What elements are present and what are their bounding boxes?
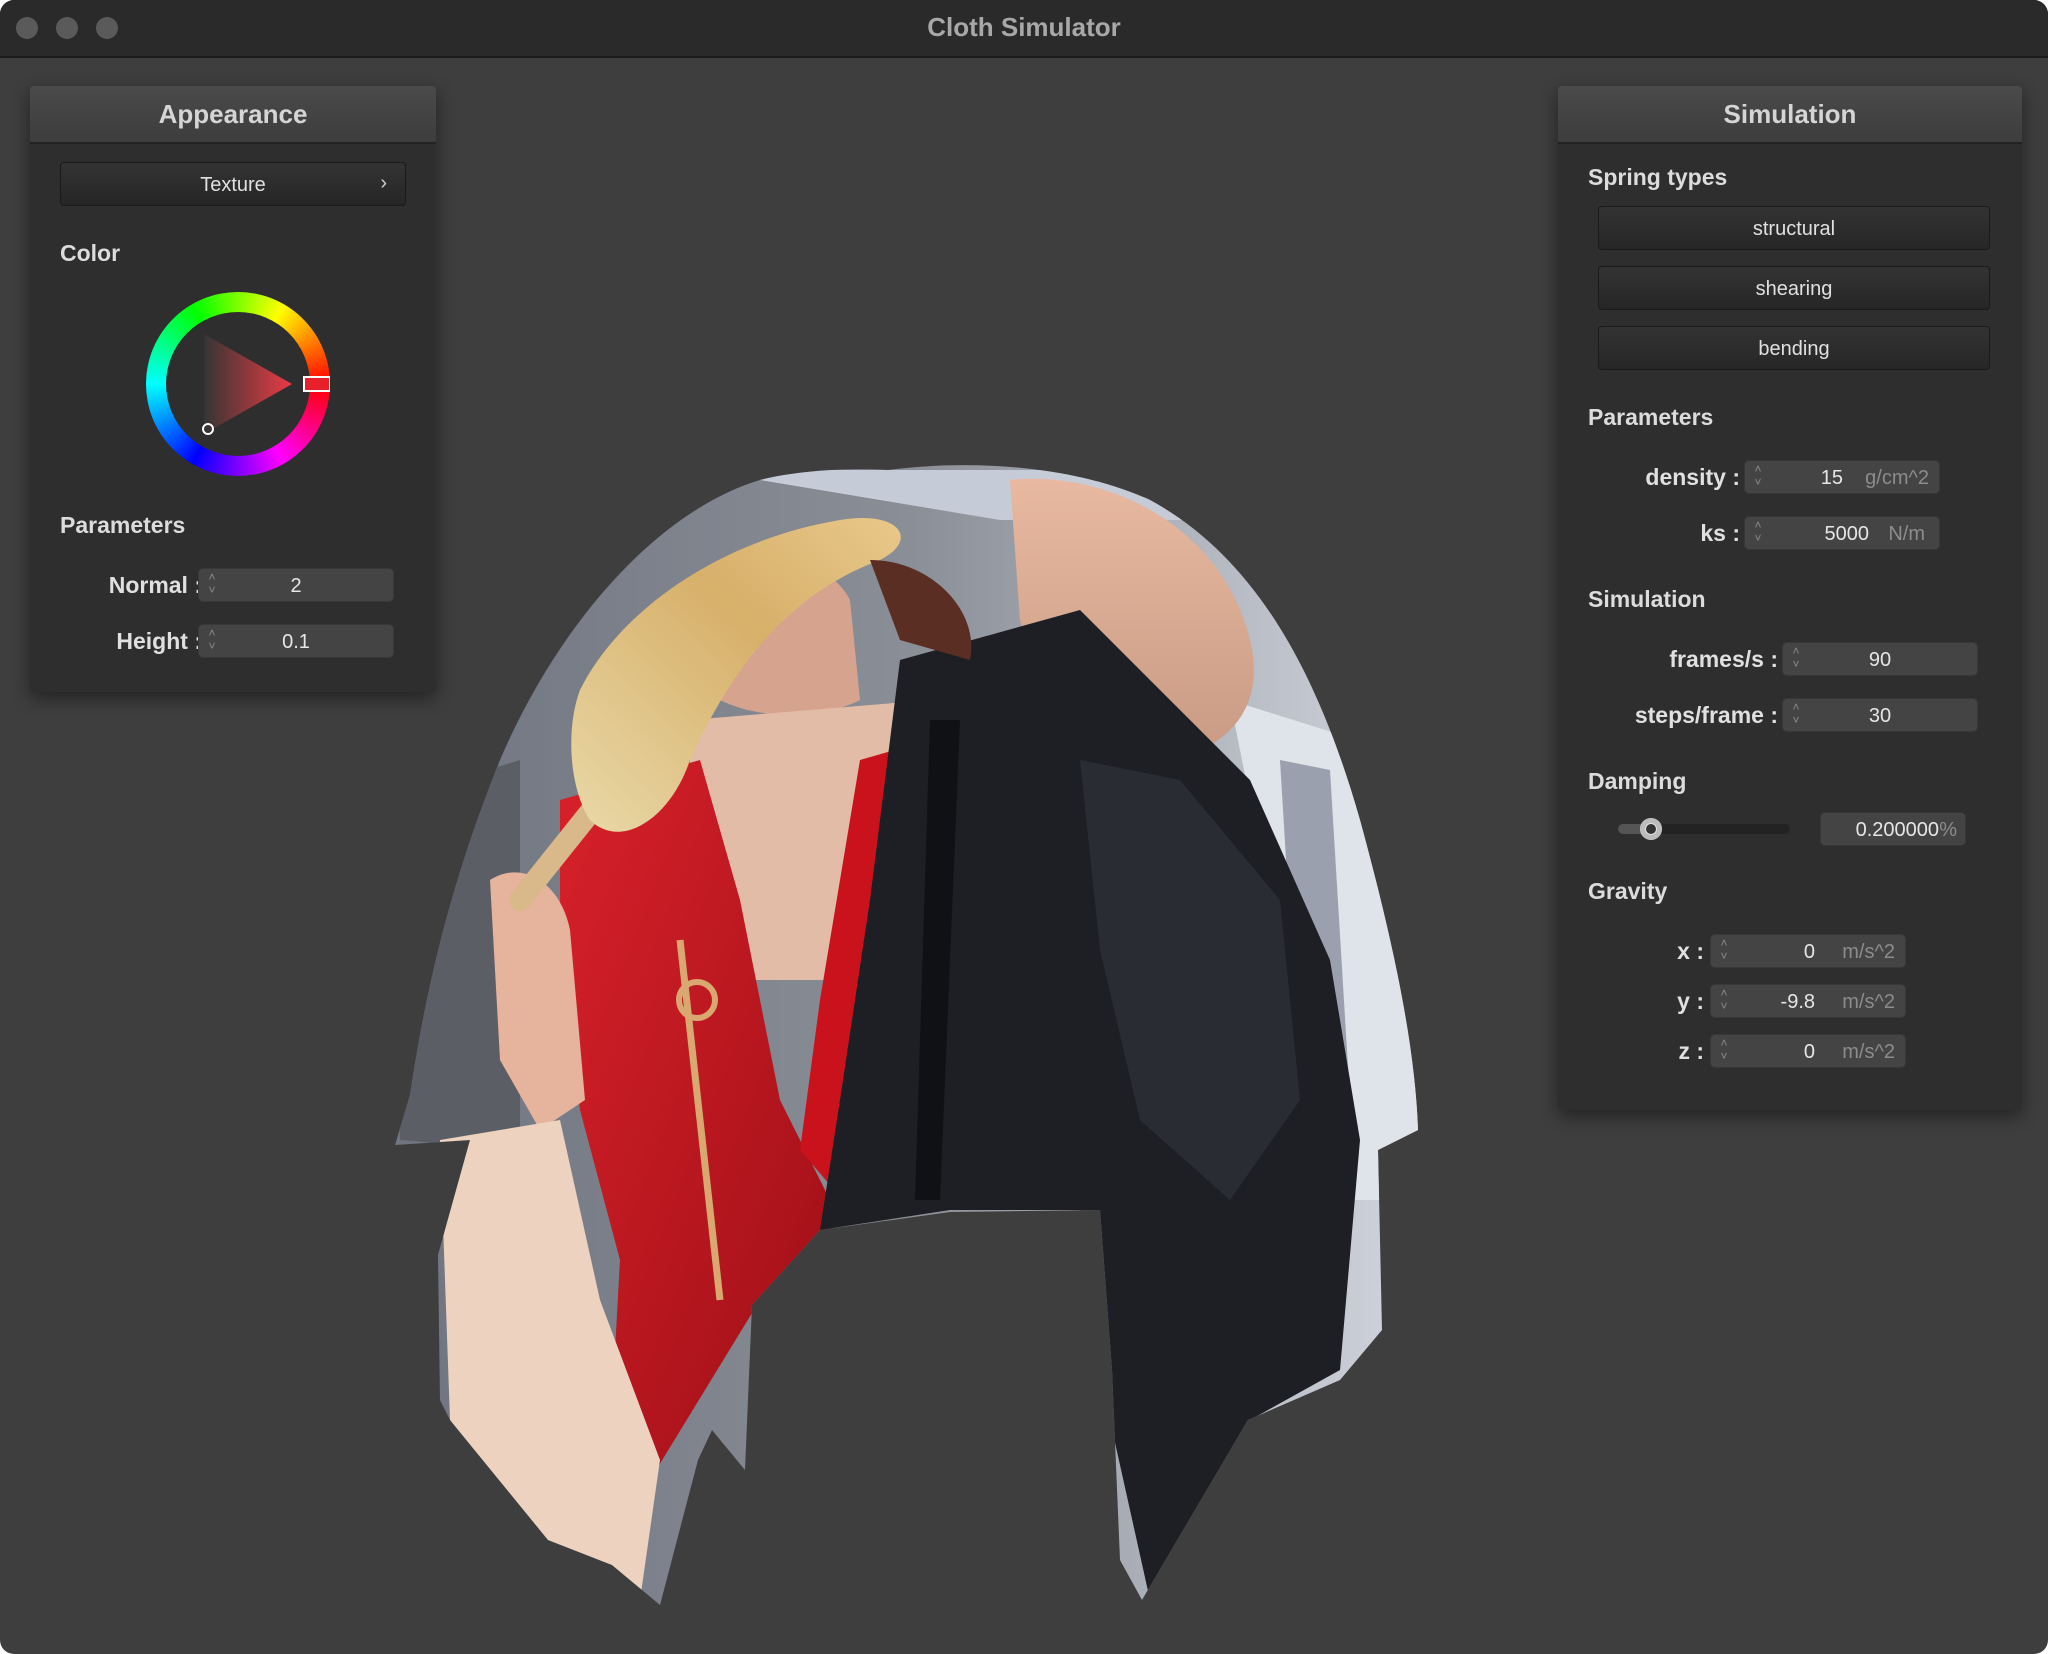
frames-per-second-input[interactable]: ˄ ˅ 90 <box>1782 642 1978 676</box>
shearing-button[interactable]: shearing <box>1598 266 1990 310</box>
gravity-z-label: z : <box>1678 1038 1704 1064</box>
appearance-parameters-label: Parameters <box>60 512 186 538</box>
frames-per-second-label: frames/s : <box>1669 646 1778 672</box>
damping-input[interactable]: 0.200000 % <box>1820 812 1966 846</box>
chevron-right-icon: › <box>380 172 387 194</box>
gravity-y-unit: m/s^2 <box>1842 991 1895 1013</box>
spinner-icon[interactable]: ˄ ˅ <box>1717 987 1731 1013</box>
gravity-y-input[interactable]: ˄ ˅ -9.8 m/s^2 <box>1710 984 1906 1018</box>
damping-slider-handle[interactable] <box>1640 818 1662 840</box>
appearance-header: Appearance <box>30 86 436 144</box>
density-unit: g/cm^2 <box>1865 467 1929 489</box>
steps-per-frame-label: steps/frame : <box>1634 702 1778 728</box>
app-window: Cloth Simulator Appearance Texture › Col… <box>0 0 2048 1654</box>
spinner-icon[interactable]: ˄ ˅ <box>1717 937 1731 963</box>
hue-selector-handle[interactable] <box>303 376 330 392</box>
spinner-icon[interactable]: ˄ ˅ <box>1751 463 1765 489</box>
height-input[interactable]: ˄ ˅ 0.1 <box>198 624 394 658</box>
density-label: density : <box>1645 464 1740 490</box>
title-bar: Cloth Simulator <box>0 0 2048 58</box>
steps-per-frame-input[interactable]: ˄ ˅ 30 <box>1782 698 1978 732</box>
density-input[interactable]: ˄ ˅ 15 g/cm^2 <box>1744 460 1940 494</box>
bending-button[interactable]: bending <box>1598 326 1990 370</box>
gravity-z-unit: m/s^2 <box>1842 1041 1895 1063</box>
saturation-triangle[interactable] <box>146 292 330 476</box>
texture-button[interactable]: Texture › <box>60 162 406 206</box>
appearance-panel: Appearance Texture › Color Parameters No… <box>30 86 436 692</box>
spinner-icon[interactable]: ˄ ˅ <box>1751 519 1765 545</box>
simulation-header: Simulation <box>1558 86 2022 144</box>
simulation-panel: Simulation Spring types structural shear… <box>1558 86 2022 1110</box>
window-title: Cloth Simulator <box>927 12 1121 42</box>
sim-parameters-label: Parameters <box>1588 404 1714 430</box>
gravity-x-unit: m/s^2 <box>1842 941 1895 963</box>
structural-button[interactable]: structural <box>1598 206 1990 250</box>
cloth-mesh <box>395 465 1418 1605</box>
gravity-z-input[interactable]: ˄ ˅ 0 m/s^2 <box>1710 1034 1906 1068</box>
ks-label: ks : <box>1700 520 1740 546</box>
color-wheel[interactable] <box>146 292 330 476</box>
simulation-section-label: Simulation <box>1588 586 1706 612</box>
gravity-label: Gravity <box>1588 878 1668 904</box>
gravity-x-label: x : <box>1677 938 1704 964</box>
height-label: Height : <box>116 628 202 654</box>
gravity-y-label: y : <box>1677 988 1704 1014</box>
ks-unit: N/m <box>1888 523 1925 545</box>
texture-button-label: Texture <box>200 174 266 196</box>
damping-label: Damping <box>1588 768 1687 794</box>
damping-unit: % <box>1939 819 1957 841</box>
normal-label: Normal : <box>108 572 202 598</box>
damping-slider[interactable] <box>1618 818 1790 840</box>
gravity-x-input[interactable]: ˄ ˅ 0 m/s^2 <box>1710 934 1906 968</box>
normal-input[interactable]: ˄ ˅ 2 <box>198 568 394 602</box>
spinner-icon[interactable]: ˄ ˅ <box>1717 1037 1731 1063</box>
spring-types-label: Spring types <box>1588 164 1728 190</box>
ks-input[interactable]: ˄ ˅ 5000 N/m <box>1744 516 1940 550</box>
color-label: Color <box>60 240 121 266</box>
